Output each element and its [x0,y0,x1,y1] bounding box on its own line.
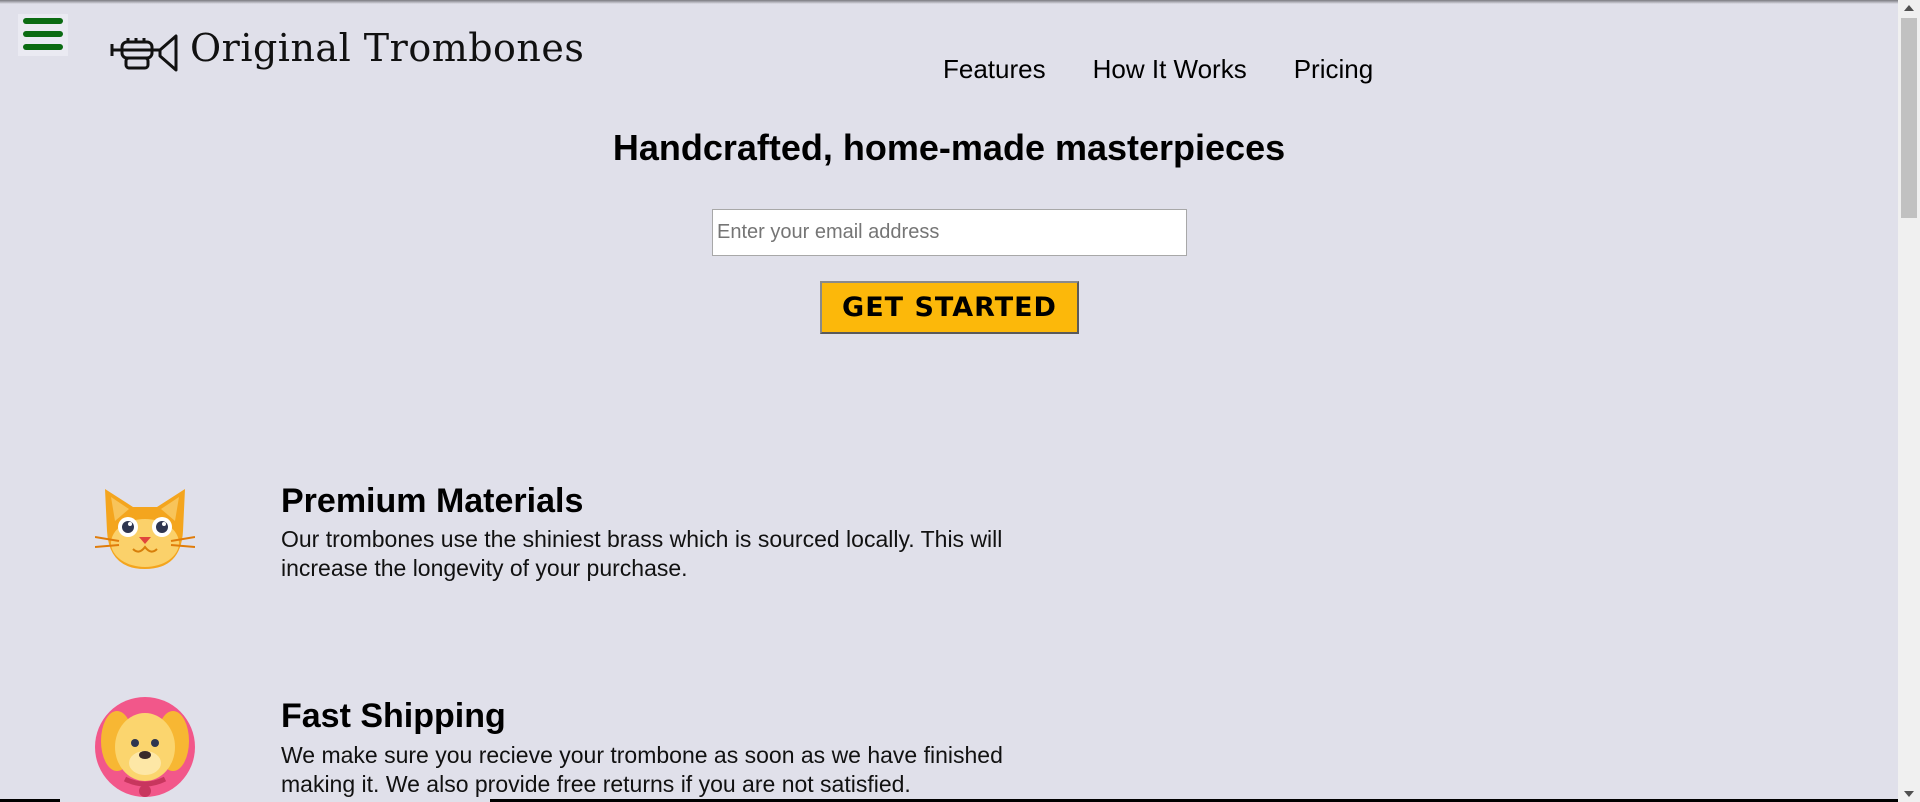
nav-link-pricing[interactable]: Pricing [1294,54,1373,85]
vertical-scrollbar[interactable] [1898,0,1920,802]
feature-description: We make sure you recieve your trombone a… [281,742,1003,797]
logo-text[interactable]: Original Trombones [190,26,584,70]
nav-link-features[interactable]: Features [943,54,1046,85]
dog-face-icon [95,697,195,797]
feature-description: Our trombones use the shiniest brass whi… [281,526,1003,581]
scroll-up-arrow-icon[interactable] [1904,5,1914,11]
hamburger-menu-icon[interactable] [18,14,68,56]
feature-title: Fast Shipping [281,697,506,735]
email-input[interactable] [712,209,1187,256]
main-nav: Features How It Works Pricing [943,54,1373,85]
feature-title: Premium Materials [281,482,584,520]
get-started-button[interactable]: GET STARTED [820,281,1079,334]
scroll-down-arrow-icon[interactable] [1904,791,1914,797]
hero-title: Handcrafted, home-made masterpieces [612,127,1286,168]
trumpet-icon [110,34,178,72]
scrollbar-thumb[interactable] [1901,18,1917,218]
cat-face-icon [95,489,195,569]
top-shadow [0,0,1898,4]
nav-link-how-it-works[interactable]: How It Works [1093,54,1247,85]
